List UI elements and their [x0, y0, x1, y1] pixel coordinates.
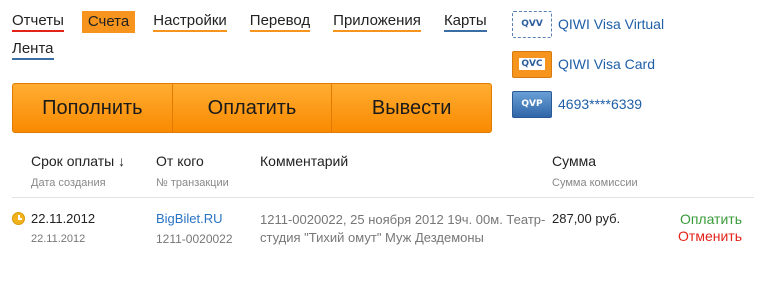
nav-item-cards[interactable]: Карты — [443, 11, 487, 32]
header-comment: Комментарий — [260, 153, 349, 169]
card-label-virtual[interactable]: QIWI Visa Virtual — [558, 16, 664, 32]
header-commission: Сумма комиссии — [552, 177, 638, 189]
top-nav: Отчеты Счета Настройки Перевод Приложени… — [12, 11, 502, 67]
card-item-card[interactable]: QVC QIWI Visa Card — [512, 44, 664, 84]
nav-item-apps[interactable]: Приложения — [333, 11, 421, 32]
topup-button[interactable]: Пополнить — [13, 84, 172, 132]
cancel-link[interactable]: Отменить — [678, 228, 742, 244]
nav-item-reports[interactable]: Отчеты — [12, 11, 64, 32]
header-tx-number: № транзакции — [156, 177, 229, 189]
pay-button[interactable]: Оплатить — [171, 84, 332, 132]
created-date: 22.11.2012 — [31, 233, 86, 245]
due-date: 22.11.2012 — [31, 211, 96, 226]
clock-icon — [12, 212, 25, 225]
card-label-card[interactable]: QIWI Visa Card — [558, 56, 655, 72]
header-amount: Сумма — [552, 153, 596, 169]
qvc-card-icon: QVC — [512, 50, 552, 78]
amount: 287,00 руб. — [552, 211, 621, 226]
top-nav-row-1: Отчеты Счета Настройки Перевод Приложени… — [12, 11, 502, 39]
action-bar: Пополнить Оплатить Вывести — [12, 83, 492, 133]
pay-link[interactable]: Оплатить — [680, 211, 742, 227]
header-divider — [12, 197, 754, 198]
qvc-card-icon-text: QVC — [519, 58, 545, 70]
header-from: От кого — [156, 153, 204, 169]
nav-item-settings[interactable]: Настройки — [153, 11, 227, 32]
header-due-date[interactable]: Срок оплаты ↓ — [31, 153, 125, 169]
nav-item-bills[interactable]: Счета — [81, 11, 136, 33]
nav-item-feed[interactable]: Лента — [12, 39, 54, 60]
from-link[interactable]: BigBilet.RU — [156, 211, 222, 226]
nav-item-transfer[interactable]: Перевод — [249, 11, 311, 32]
cards-list: QVV QIWI Visa Virtual QVC QIWI Visa Card… — [512, 4, 664, 124]
qvv-card-icon: QVV — [512, 10, 552, 38]
header-created-date: Дата создания — [31, 177, 106, 189]
transaction-number: 1211-0020022 — [156, 232, 233, 246]
top-nav-row-2: Лента — [12, 39, 502, 67]
comment-text: 1211-0020022, 25 ноября 2012 19ч. 00м. Т… — [260, 212, 546, 245]
card-item-virtual[interactable]: QVV QIWI Visa Virtual — [512, 4, 664, 44]
withdraw-button[interactable]: Вывести — [331, 84, 491, 132]
card-label-plastic[interactable]: 4693****6339 — [558, 96, 642, 112]
qvp-card-icon: QVP — [512, 90, 552, 118]
card-item-plastic[interactable]: QVP 4693****6339 — [512, 84, 664, 124]
